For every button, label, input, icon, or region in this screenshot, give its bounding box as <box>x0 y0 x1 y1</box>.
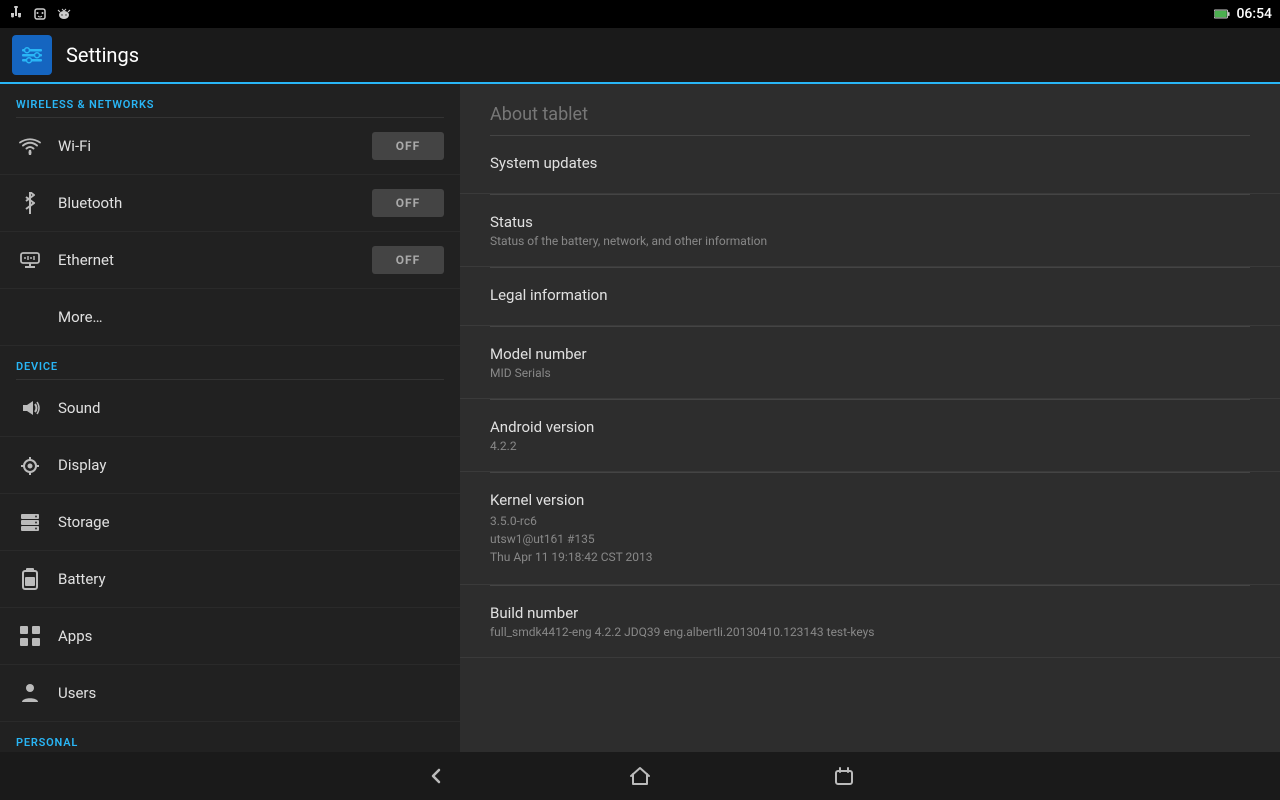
content-item-kernel[interactable]: Kernel version 3.5.0-rc6 utsw1@ut161 #13… <box>460 473 1280 585</box>
ethernet-toggle-btn[interactable]: OFF <box>372 246 444 274</box>
content-item-build[interactable]: Build number full_smdk4412-eng 4.2.2 JDQ… <box>460 586 1280 658</box>
system-updates-title: System updates <box>490 154 1250 172</box>
status-subtitle: Status of the battery, network, and othe… <box>490 234 1250 248</box>
content-area: About tablet System updates Status Statu… <box>460 84 1280 752</box>
more-label: More… <box>58 308 444 326</box>
back-button[interactable] <box>414 758 458 794</box>
display-label: Display <box>58 456 444 474</box>
status-bar: 06:54 <box>0 0 1280 28</box>
model-subtitle: MID Serials <box>490 366 1250 380</box>
sidebar-item-battery[interactable]: Battery <box>0 551 460 608</box>
kernel-title: Kernel version <box>490 491 1250 509</box>
battery-label: Battery <box>58 570 444 588</box>
sidebar-item-bluetooth[interactable]: Bluetooth OFF <box>0 175 460 232</box>
section-header-wireless: WIRELESS & NETWORKS <box>0 84 460 117</box>
usb-icon <box>8 6 24 22</box>
sidebar-item-sound[interactable]: Sound <box>0 380 460 437</box>
wifi-toggle-btn[interactable]: OFF <box>372 132 444 160</box>
content-item-model[interactable]: Model number MID Serials <box>460 327 1280 399</box>
sound-icon <box>16 394 44 422</box>
ethernet-label: Ethernet <box>58 251 372 269</box>
sidebar-item-ethernet[interactable]: Ethernet OFF <box>0 232 460 289</box>
status-icons-left <box>8 6 72 22</box>
legal-title: Legal information <box>490 286 1250 304</box>
users-label: Users <box>58 684 444 702</box>
home-button[interactable] <box>618 758 662 794</box>
android-title: Android version <box>490 418 1250 436</box>
battery-icon <box>16 565 44 593</box>
content-item-legal[interactable]: Legal information <box>460 268 1280 326</box>
build-subtitle: full_smdk4412-eng 4.2.2 JDQ39 eng.albert… <box>490 625 1250 639</box>
content-item-system-updates[interactable]: System updates <box>460 136 1280 194</box>
section-header-personal: PERSONAL <box>0 722 460 752</box>
sidebar-item-display[interactable]: Display <box>0 437 460 494</box>
sidebar-item-storage[interactable]: Storage <box>0 494 460 551</box>
bluetooth-toggle-btn[interactable]: OFF <box>372 189 444 217</box>
status-title: Status <box>490 213 1250 231</box>
sidebar-item-users[interactable]: Users <box>0 665 460 722</box>
sidebar: WIRELESS & NETWORKS Wi-Fi OFF <box>0 84 460 752</box>
more-icon <box>16 303 44 331</box>
wifi-icon <box>16 132 44 160</box>
sidebar-item-more[interactable]: More… <box>0 289 460 346</box>
kernel-subtitle: 3.5.0-rc6 utsw1@ut161 #135 Thu Apr 11 19… <box>490 512 1250 566</box>
apps-label: Apps <box>58 627 444 645</box>
storage-label: Storage <box>58 513 444 531</box>
display-icon <box>16 451 44 479</box>
section-header-device: DEVICE <box>0 346 460 379</box>
bluetooth-label: Bluetooth <box>58 194 372 212</box>
main-layout: WIRELESS & NETWORKS Wi-Fi OFF <box>0 84 1280 752</box>
sidebar-item-wifi[interactable]: Wi-Fi OFF <box>0 118 460 175</box>
status-icons-right: 06:54 <box>1214 6 1272 22</box>
title-bar: Settings <box>0 28 1280 84</box>
wifi-label: Wi-Fi <box>58 137 372 155</box>
apps-icon <box>16 622 44 650</box>
content-item-android[interactable]: Android version 4.2.2 <box>460 400 1280 472</box>
content-item-status[interactable]: Status Status of the battery, network, a… <box>460 195 1280 267</box>
battery-status-icon <box>1214 6 1230 22</box>
content-title: About tablet <box>460 84 1280 135</box>
users-icon <box>16 679 44 707</box>
ethernet-toggle[interactable]: OFF <box>372 246 444 274</box>
sound-label: Sound <box>58 399 444 417</box>
android-subtitle: 4.2.2 <box>490 439 1250 453</box>
page-title: Settings <box>66 43 139 67</box>
storage-icon <box>16 508 44 536</box>
debug-icon <box>32 6 48 22</box>
bluetooth-icon <box>16 189 44 217</box>
build-title: Build number <box>490 604 1250 622</box>
recents-button[interactable] <box>822 758 866 794</box>
nav-bar <box>0 752 1280 800</box>
android-icon <box>56 6 72 22</box>
bluetooth-toggle[interactable]: OFF <box>372 189 444 217</box>
settings-icon-box <box>12 35 52 75</box>
model-title: Model number <box>490 345 1250 363</box>
sidebar-item-apps[interactable]: Apps <box>0 608 460 665</box>
ethernet-icon <box>16 246 44 274</box>
clock-display: 06:54 <box>1236 6 1272 22</box>
wifi-toggle[interactable]: OFF <box>372 132 444 160</box>
